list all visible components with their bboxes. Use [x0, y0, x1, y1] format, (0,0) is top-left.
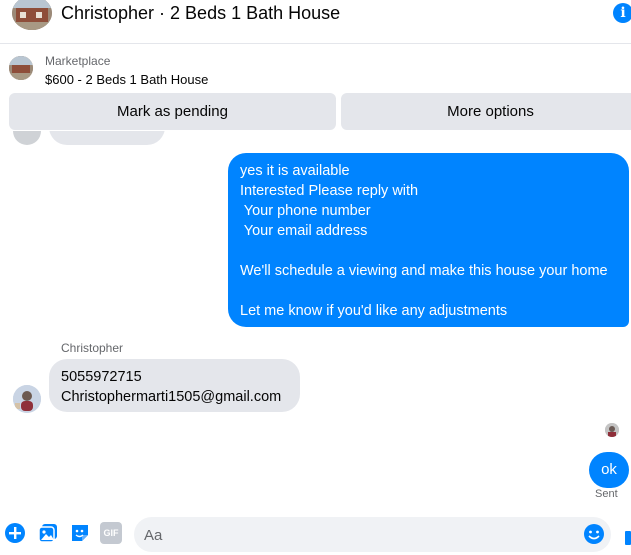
emoji-icon[interactable] — [583, 523, 605, 545]
marketplace-listing-bar[interactable]: Marketplace $600 - 2 Beds 1 Bath House — [0, 45, 631, 92]
incoming-message-bubble — [49, 131, 165, 145]
message-input[interactable] — [144, 525, 574, 545]
plus-circle-icon[interactable] — [4, 522, 26, 544]
message-line-email: Christophermarti1505@gmail.com — [61, 389, 282, 405]
message-line-phone: 5055972715 — [61, 369, 142, 385]
outgoing-message-bubble[interactable]: ok — [589, 452, 629, 488]
photo-icon[interactable] — [37, 522, 59, 544]
more-options-button[interactable]: More options — [341, 93, 631, 130]
incoming-message-bubble[interactable]: 5055972715 Christophermarti1505@gmail.co… — [49, 359, 300, 412]
listing-thumbnail-small — [9, 56, 33, 80]
messenger-chat: Christopher · 2 Beds 1 Bath House i Mark… — [0, 0, 631, 555]
sticker-icon[interactable] — [69, 522, 91, 544]
info-icon[interactable]: i — [613, 3, 631, 23]
message-status: Sent — [595, 488, 618, 500]
listing-actions: Mark as pending More options — [0, 93, 631, 131]
like-button-icon[interactable] — [625, 531, 631, 545]
chat-header: Christopher · 2 Beds 1 Bath House i — [0, 0, 631, 44]
message-input-container[interactable] — [134, 517, 611, 552]
avatar[interactable] — [13, 385, 41, 413]
message-thread[interactable]: yes it is available Interested Please re… — [0, 131, 631, 503]
message-composer: GIF — [0, 513, 631, 555]
sender-name: Christopher — [61, 341, 124, 355]
listing-thumbnail[interactable] — [12, 0, 52, 30]
listing-title: $600 - 2 Beds 1 Bath House — [45, 72, 209, 87]
mark-as-pending-button[interactable]: Mark as pending — [9, 93, 336, 130]
gif-icon[interactable]: GIF — [100, 522, 122, 544]
marketplace-label: Marketplace — [45, 54, 111, 68]
read-receipt-avatar — [605, 423, 619, 437]
avatar — [13, 131, 41, 145]
outgoing-message-bubble[interactable]: yes it is available Interested Please re… — [228, 153, 629, 327]
chat-title[interactable]: Christopher · 2 Beds 1 Bath House — [61, 3, 340, 24]
